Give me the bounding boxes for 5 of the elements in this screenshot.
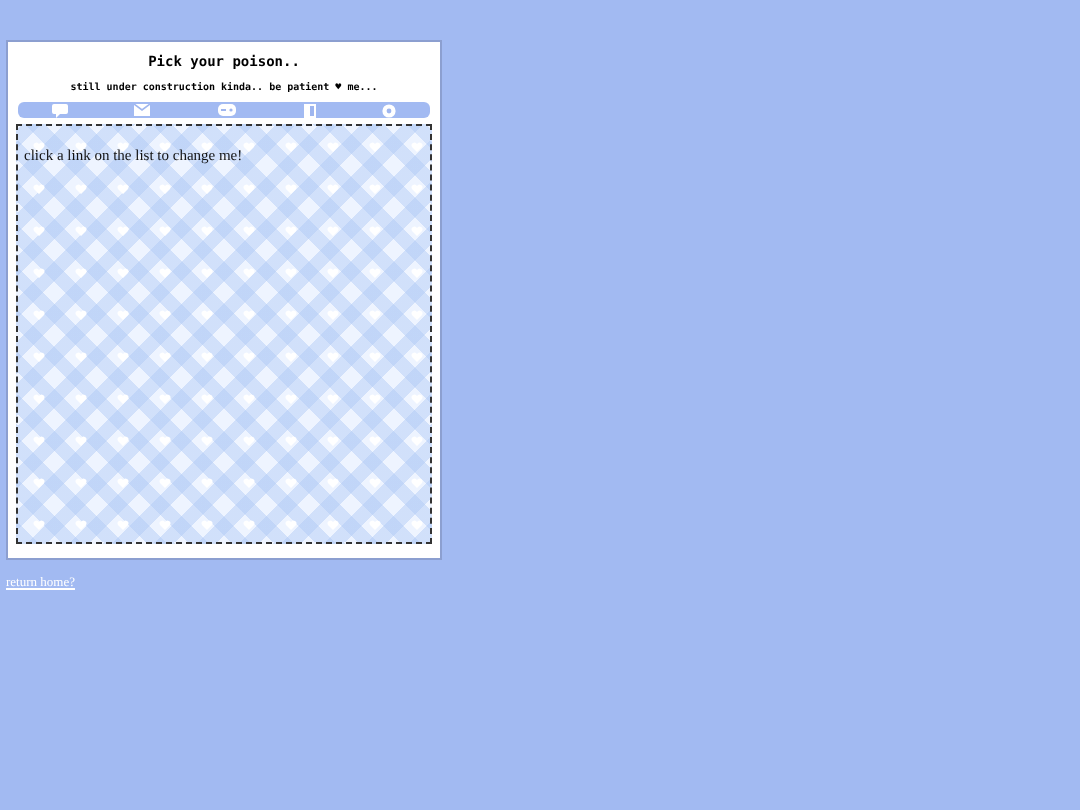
speech-bubble-icon[interactable] [51, 103, 68, 117]
book-icon[interactable] [303, 103, 316, 117]
gear-icon[interactable] [382, 103, 397, 117]
envelope-icon[interactable] [134, 104, 151, 116]
gamepad-icon[interactable] [217, 104, 236, 116]
